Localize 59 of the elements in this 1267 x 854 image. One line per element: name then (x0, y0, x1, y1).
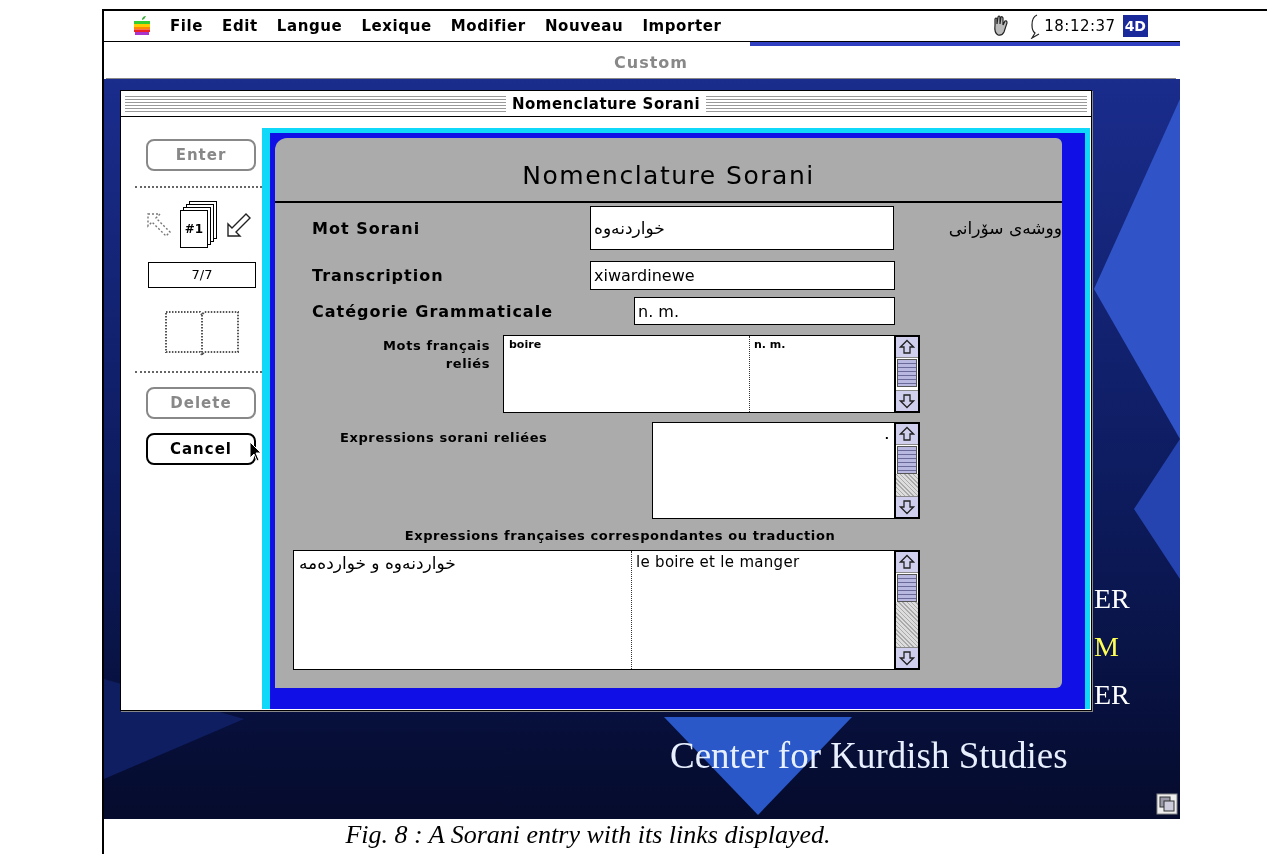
speech-bubble-icon (1030, 13, 1041, 39)
list-cell-text: boire (508, 337, 543, 353)
apple-icon[interactable] (133, 16, 151, 36)
cursor-icon (249, 441, 263, 463)
form-heading: Nomenclature Sorani (275, 138, 1062, 203)
scroll-down-button[interactable] (896, 647, 918, 668)
list-cell-text: n. m. (753, 337, 787, 353)
list-cell-text: خواردنەوە و خواردەمە (298, 552, 457, 575)
menu-item[interactable]: Langue (276, 17, 343, 35)
scroll-down-button[interactable] (896, 390, 918, 411)
list-box[interactable]: . (652, 422, 895, 519)
scroll-thumb[interactable] (897, 446, 917, 474)
scroll-track[interactable] (896, 474, 918, 496)
field-label: Transcription (312, 266, 445, 285)
background-text: ER (1094, 584, 1130, 614)
background-text: ER (1094, 680, 1130, 710)
up-arrow-icon (899, 339, 915, 355)
menu-item[interactable]: Edit (222, 17, 258, 35)
down-arrow-icon (899, 499, 915, 515)
window-icon[interactable] (1156, 793, 1178, 815)
down-arrow-icon (899, 650, 915, 666)
input-field[interactable]: xiwardinewe (590, 261, 895, 290)
menu-item[interactable]: Lexique (361, 17, 432, 35)
scroll-up-button[interactable] (896, 337, 918, 358)
up-arrow-icon (899, 554, 915, 570)
scroll-up-button[interactable] (896, 552, 918, 573)
figure-caption: Fig. 8 : A Sorani entry with its links displayed. (344, 820, 832, 850)
input-field[interactable]: n. m. (634, 297, 895, 325)
field-label: Catégorie Grammaticale (312, 301, 554, 321)
book-icon[interactable] (164, 308, 240, 356)
field-label: Expressions françaises correspondantes ou traduction (404, 528, 836, 543)
scroll-thumb[interactable] (897, 359, 917, 387)
menu-item[interactable]: Importer (642, 17, 722, 35)
field-label: Mot Sorani (312, 218, 422, 238)
field-label: Expressions sorani reliées (340, 429, 549, 445)
down-arrow-icon (899, 393, 915, 409)
app-badge[interactable]: 4D (1122, 15, 1148, 37)
menu-item[interactable]: Modifier (450, 17, 526, 35)
menu-item[interactable]: Nouveau (544, 17, 624, 35)
scrollbar[interactable] (895, 335, 920, 413)
clock[interactable]: 18:12:37 (1044, 17, 1116, 35)
scrollbar[interactable] (895, 422, 920, 519)
field-label: Mots français reliés (382, 337, 490, 373)
cancel-button[interactable]: Cancel (146, 433, 256, 465)
input-field[interactable]: خواردنەوە (590, 206, 895, 250)
field-label: ووشەی سۆرانی (947, 218, 1062, 238)
scrollbar[interactable] (895, 550, 920, 670)
list-cell-text: le boire et le manger (635, 552, 801, 573)
list-cell-text: . (883, 428, 890, 444)
window-title: Nomenclature Sorani (505, 94, 707, 113)
record-counter: 7/7 (148, 262, 256, 288)
up-arrow-icon (899, 426, 915, 442)
list-box[interactable]: boire n. m. (503, 335, 895, 413)
scroll-down-button[interactable] (896, 496, 918, 517)
background-window-title: Custom (613, 52, 688, 72)
scroll-thumb[interactable] (897, 574, 917, 602)
menu-item[interactable]: File (170, 17, 204, 35)
background-text: M (1094, 632, 1119, 662)
scroll-up-button[interactable] (896, 424, 918, 445)
